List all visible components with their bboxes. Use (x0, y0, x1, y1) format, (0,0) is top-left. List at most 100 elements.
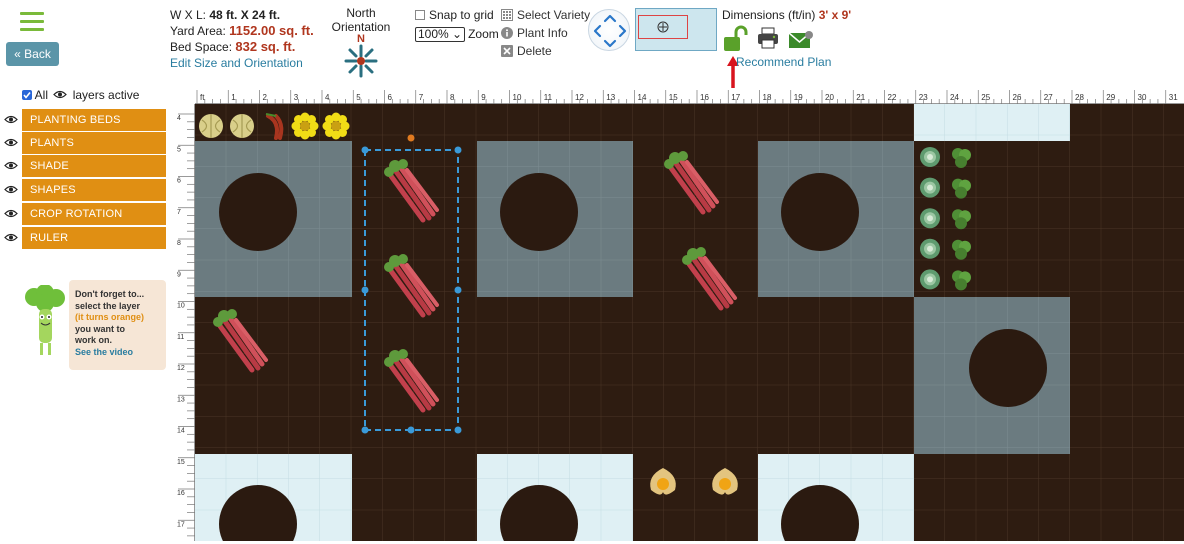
cabbage-icon[interactable] (920, 177, 940, 198)
layer-label[interactable]: CROP ROTATION (22, 203, 166, 225)
menu-icon[interactable] (20, 12, 44, 32)
resize-handle[interactable] (361, 146, 369, 154)
ruler-top-number: 15 (669, 93, 678, 102)
minimap-viewport[interactable] (638, 15, 688, 39)
cabbage-icon[interactable] (920, 269, 940, 290)
eye-icon[interactable] (4, 209, 18, 218)
resize-handle[interactable] (454, 146, 462, 154)
circular-bed[interactable] (219, 173, 297, 251)
compass-icon[interactable] (344, 44, 378, 78)
plant-info-button[interactable]: Plant Info (501, 26, 568, 40)
cabbage-icon[interactable] (920, 238, 940, 259)
circular-bed[interactable] (969, 329, 1047, 407)
layer-row-plants[interactable]: PLANTS (0, 132, 170, 155)
layer-row-crop-rotation[interactable]: CROP ROTATION (0, 203, 170, 226)
back-button[interactable]: « Back (6, 42, 59, 66)
zoom-select[interactable]: 100% ⌄ (415, 27, 466, 42)
melon-icon[interactable] (229, 113, 255, 139)
melon-icon[interactable] (198, 113, 224, 139)
snap-checkbox[interactable] (415, 10, 425, 20)
layer-label[interactable]: PLANTS (22, 132, 166, 154)
circular-bed[interactable] (500, 173, 578, 251)
unlock-icon[interactable] (722, 25, 750, 53)
zoom-label: Zoom (468, 27, 499, 41)
sunflower-icon[interactable] (291, 112, 319, 140)
yard-area-label: Yard Area: (170, 24, 226, 38)
all-layers-checkbox[interactable] (22, 90, 32, 100)
resize-handle[interactable] (454, 426, 462, 434)
ruler-top-number: 2 (263, 93, 268, 102)
ruler-top-number: 28 (1075, 93, 1084, 102)
layer-row-shade[interactable]: SHADE (0, 155, 170, 178)
yard-area-value: 1152.00 sq. ft. (229, 23, 314, 38)
ruler-top-number: 19 (794, 93, 803, 102)
ruler-left-number: 15 (177, 459, 185, 466)
minimap[interactable] (635, 8, 717, 51)
tip-line-highlight: (it turns orange) (75, 312, 144, 322)
ruler-left-number: 13 (177, 396, 185, 403)
edit-size-link[interactable]: Edit Size and Orientation (170, 56, 303, 70)
resize-handle[interactable] (407, 426, 415, 434)
layers-active-label: layers active (72, 88, 140, 102)
ruler-top-number: 17 (731, 93, 740, 102)
eye-icon[interactable] (4, 115, 18, 124)
ruler-left-number: 17 (177, 521, 185, 528)
layer-row-planting-beds[interactable]: PLANTING BEDS (0, 109, 170, 132)
ruler-top-number: 13 (606, 93, 615, 102)
north-label: North Orientation (331, 6, 391, 34)
north-orientation: North Orientation N (318, 6, 404, 81)
garden-canvas[interactable] (195, 104, 1184, 541)
layer-row-shapes[interactable]: SHAPES (0, 179, 170, 202)
tip-line: you want to (75, 323, 125, 334)
cabbage-icon[interactable] (920, 208, 940, 229)
ruler-top-number: 6 (388, 93, 393, 102)
eye-icon[interactable] (4, 138, 18, 147)
layers-header: All layers active (22, 88, 139, 102)
layer-label[interactable]: PLANTING BEDS (22, 109, 166, 131)
see-video-link[interactable]: See the video (75, 347, 160, 359)
ruler-top-number: 12 (575, 93, 584, 102)
snap-to-grid-toggle[interactable]: Snap to grid (415, 8, 494, 22)
layer-label[interactable]: SHAPES (22, 179, 166, 201)
sunflower-icon[interactable] (322, 112, 350, 140)
dimensions: Dimensions (ft/in) 3' x 9' (722, 8, 851, 22)
ruler-left-number: 7 (177, 209, 181, 216)
ruler-left-number: 4 (177, 115, 181, 122)
rotate-handle[interactable] (407, 134, 415, 142)
layer-label[interactable]: RULER (22, 227, 166, 249)
email-icon[interactable] (788, 29, 814, 51)
tip-line: work on. (75, 335, 113, 345)
ruler-top-number: 11 (544, 93, 553, 102)
print-icon[interactable] (756, 26, 780, 50)
delete-button[interactable]: Delete (501, 44, 552, 58)
ruler-top-number: 9 (481, 93, 486, 102)
eye-icon (53, 90, 68, 99)
eye-icon[interactable] (4, 161, 18, 170)
ruler-top-number: 14 (638, 93, 647, 102)
eye-icon[interactable] (4, 185, 18, 194)
ruler-top-number: 30 (1138, 93, 1147, 102)
eye-icon[interactable] (4, 233, 18, 242)
layer-label[interactable]: SHADE (22, 155, 166, 177)
circular-bed[interactable] (781, 173, 859, 251)
cabbage-icon[interactable] (920, 147, 940, 167)
resize-handle[interactable] (454, 286, 462, 294)
recommend-plan-link[interactable]: Recommend Plan (736, 55, 831, 69)
all-label: All (34, 88, 49, 102)
resize-handle[interactable] (361, 426, 369, 434)
bed-space-value: 832 sq. ft. (235, 39, 296, 54)
select-variety-button[interactable]: Select Variety (501, 8, 590, 22)
ruler-left-number: 5 (177, 146, 181, 153)
path-area[interactable] (914, 104, 1070, 141)
grid-icon (501, 9, 513, 21)
plant-info-label: Plant Info (517, 26, 568, 40)
ruler-top-number: 31 (1169, 93, 1178, 102)
dimensions-value: 3' x 9' (818, 8, 852, 22)
pan-control[interactable] (588, 9, 630, 51)
dimensions-label: Dimensions (ft/in) (722, 8, 816, 22)
layer-row-ruler[interactable]: RULER (0, 227, 170, 250)
resize-handle[interactable] (361, 286, 369, 294)
tip-box: Don't forget to... select the layer (it … (69, 280, 166, 370)
ruler-left-number: 9 (177, 271, 181, 278)
ruler-top-number: 20 (825, 93, 834, 102)
